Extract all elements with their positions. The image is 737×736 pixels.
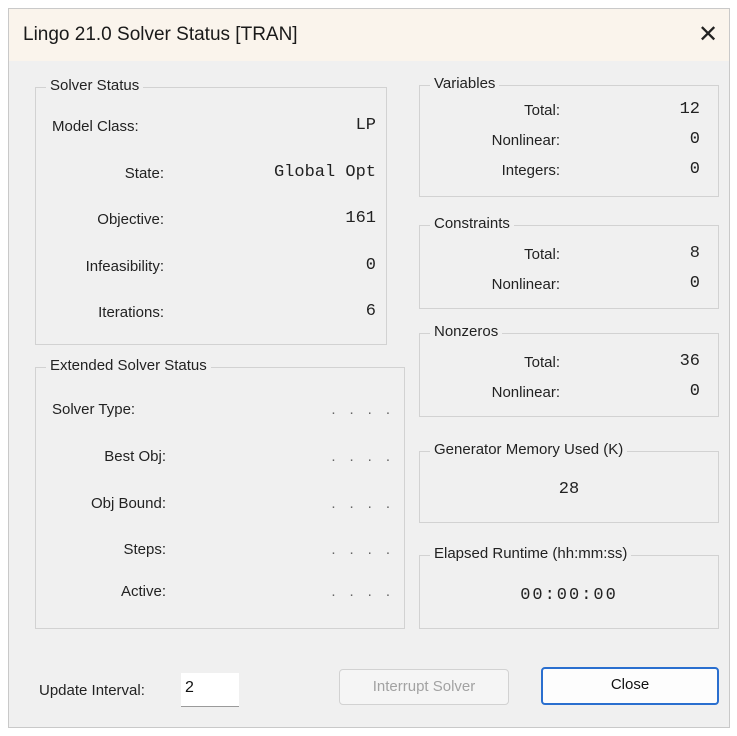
nonzeros-total-label: Total: bbox=[524, 354, 560, 371]
constraints-total-label: Total: bbox=[524, 246, 560, 263]
generator-memory-group: Generator Memory Used (K) 28 bbox=[419, 441, 719, 523]
title-bar: Lingo 21.0 Solver Status [TRAN] ✕ bbox=[9, 9, 729, 61]
solver-type-label: Solver Type: bbox=[52, 401, 136, 418]
runtime-value: 00:00:00 bbox=[520, 586, 618, 605]
nonzeros-group: Nonzeros Total: 36 Nonlinear: 0 bbox=[419, 323, 719, 417]
nonzeros-total-value: 36 bbox=[679, 352, 700, 371]
update-interval-input[interactable]: 2 bbox=[181, 673, 239, 707]
variables-total-value: 12 bbox=[679, 100, 700, 119]
memory-value: 28 bbox=[558, 480, 580, 499]
model-class-value: LP bbox=[355, 116, 376, 135]
constraints-total-value: 8 bbox=[689, 244, 700, 263]
memory-title: Generator Memory Used (K) bbox=[430, 441, 628, 458]
best-obj-label: Best Obj: bbox=[104, 448, 166, 465]
variables-nonlinear-value: 0 bbox=[689, 130, 700, 149]
iterations-label: Iterations: bbox=[98, 304, 164, 321]
variables-nonlinear-label: Nonlinear: bbox=[491, 132, 560, 149]
runtime-title: Elapsed Runtime (hh:mm:ss) bbox=[430, 545, 632, 562]
model-class-label: Model Class: bbox=[52, 118, 139, 135]
iterations-value: 6 bbox=[365, 302, 376, 321]
interrupt-solver-button[interactable]: Interrupt Solver bbox=[339, 669, 509, 705]
variables-group: Variables Total: 12 Nonlinear: 0 Integer… bbox=[419, 75, 719, 197]
obj-bound-value: .... bbox=[331, 495, 404, 512]
elapsed-runtime-group: Elapsed Runtime (hh:mm:ss) 00:00:00 bbox=[419, 545, 719, 629]
objective-value: 161 bbox=[345, 209, 376, 228]
constraints-title: Constraints bbox=[430, 215, 514, 232]
window-title: Lingo 21.0 Solver Status [TRAN] bbox=[23, 24, 298, 45]
active-value: .... bbox=[331, 583, 404, 600]
variables-integers-value: 0 bbox=[689, 160, 700, 179]
close-button[interactable]: Close bbox=[541, 667, 719, 705]
extended-solver-status-group: Extended Solver Status Solver Type: ....… bbox=[35, 357, 405, 629]
variables-integers-label: Integers: bbox=[501, 162, 560, 179]
constraints-nonlinear-value: 0 bbox=[689, 274, 700, 293]
infeasibility-value: 0 bbox=[365, 256, 376, 275]
constraints-group: Constraints Total: 8 Nonlinear: 0 bbox=[419, 215, 719, 309]
solver-status-title: Solver Status bbox=[46, 77, 144, 94]
infeasibility-label: Infeasibility: bbox=[85, 258, 164, 275]
solver-status-dialog: Lingo 21.0 Solver Status [TRAN] ✕ Solver… bbox=[8, 8, 730, 728]
obj-bound-label: Obj Bound: bbox=[90, 495, 166, 512]
variables-title: Variables bbox=[430, 75, 500, 92]
nonzeros-nonlinear-label: Nonlinear: bbox=[491, 384, 560, 401]
solver-status-group: Solver Status Model Class: LP State: Glo… bbox=[35, 77, 387, 345]
active-label: Active: bbox=[120, 583, 166, 600]
nonzeros-title: Nonzeros bbox=[430, 323, 503, 340]
state-label: State: bbox=[124, 165, 164, 182]
extended-status-title: Extended Solver Status bbox=[46, 357, 211, 374]
steps-label: Steps: bbox=[123, 541, 166, 558]
constraints-nonlinear-label: Nonlinear: bbox=[491, 276, 560, 293]
update-interval-label: Update Interval: bbox=[39, 682, 145, 699]
nonzeros-nonlinear-value: 0 bbox=[689, 382, 700, 401]
close-icon[interactable]: ✕ bbox=[693, 20, 723, 50]
variables-total-label: Total: bbox=[524, 102, 560, 119]
best-obj-value: .... bbox=[331, 448, 404, 465]
steps-value: .... bbox=[331, 541, 404, 558]
objective-label: Objective: bbox=[97, 211, 164, 228]
state-value: Global Opt bbox=[273, 163, 376, 182]
solver-type-value: .... bbox=[331, 401, 404, 418]
